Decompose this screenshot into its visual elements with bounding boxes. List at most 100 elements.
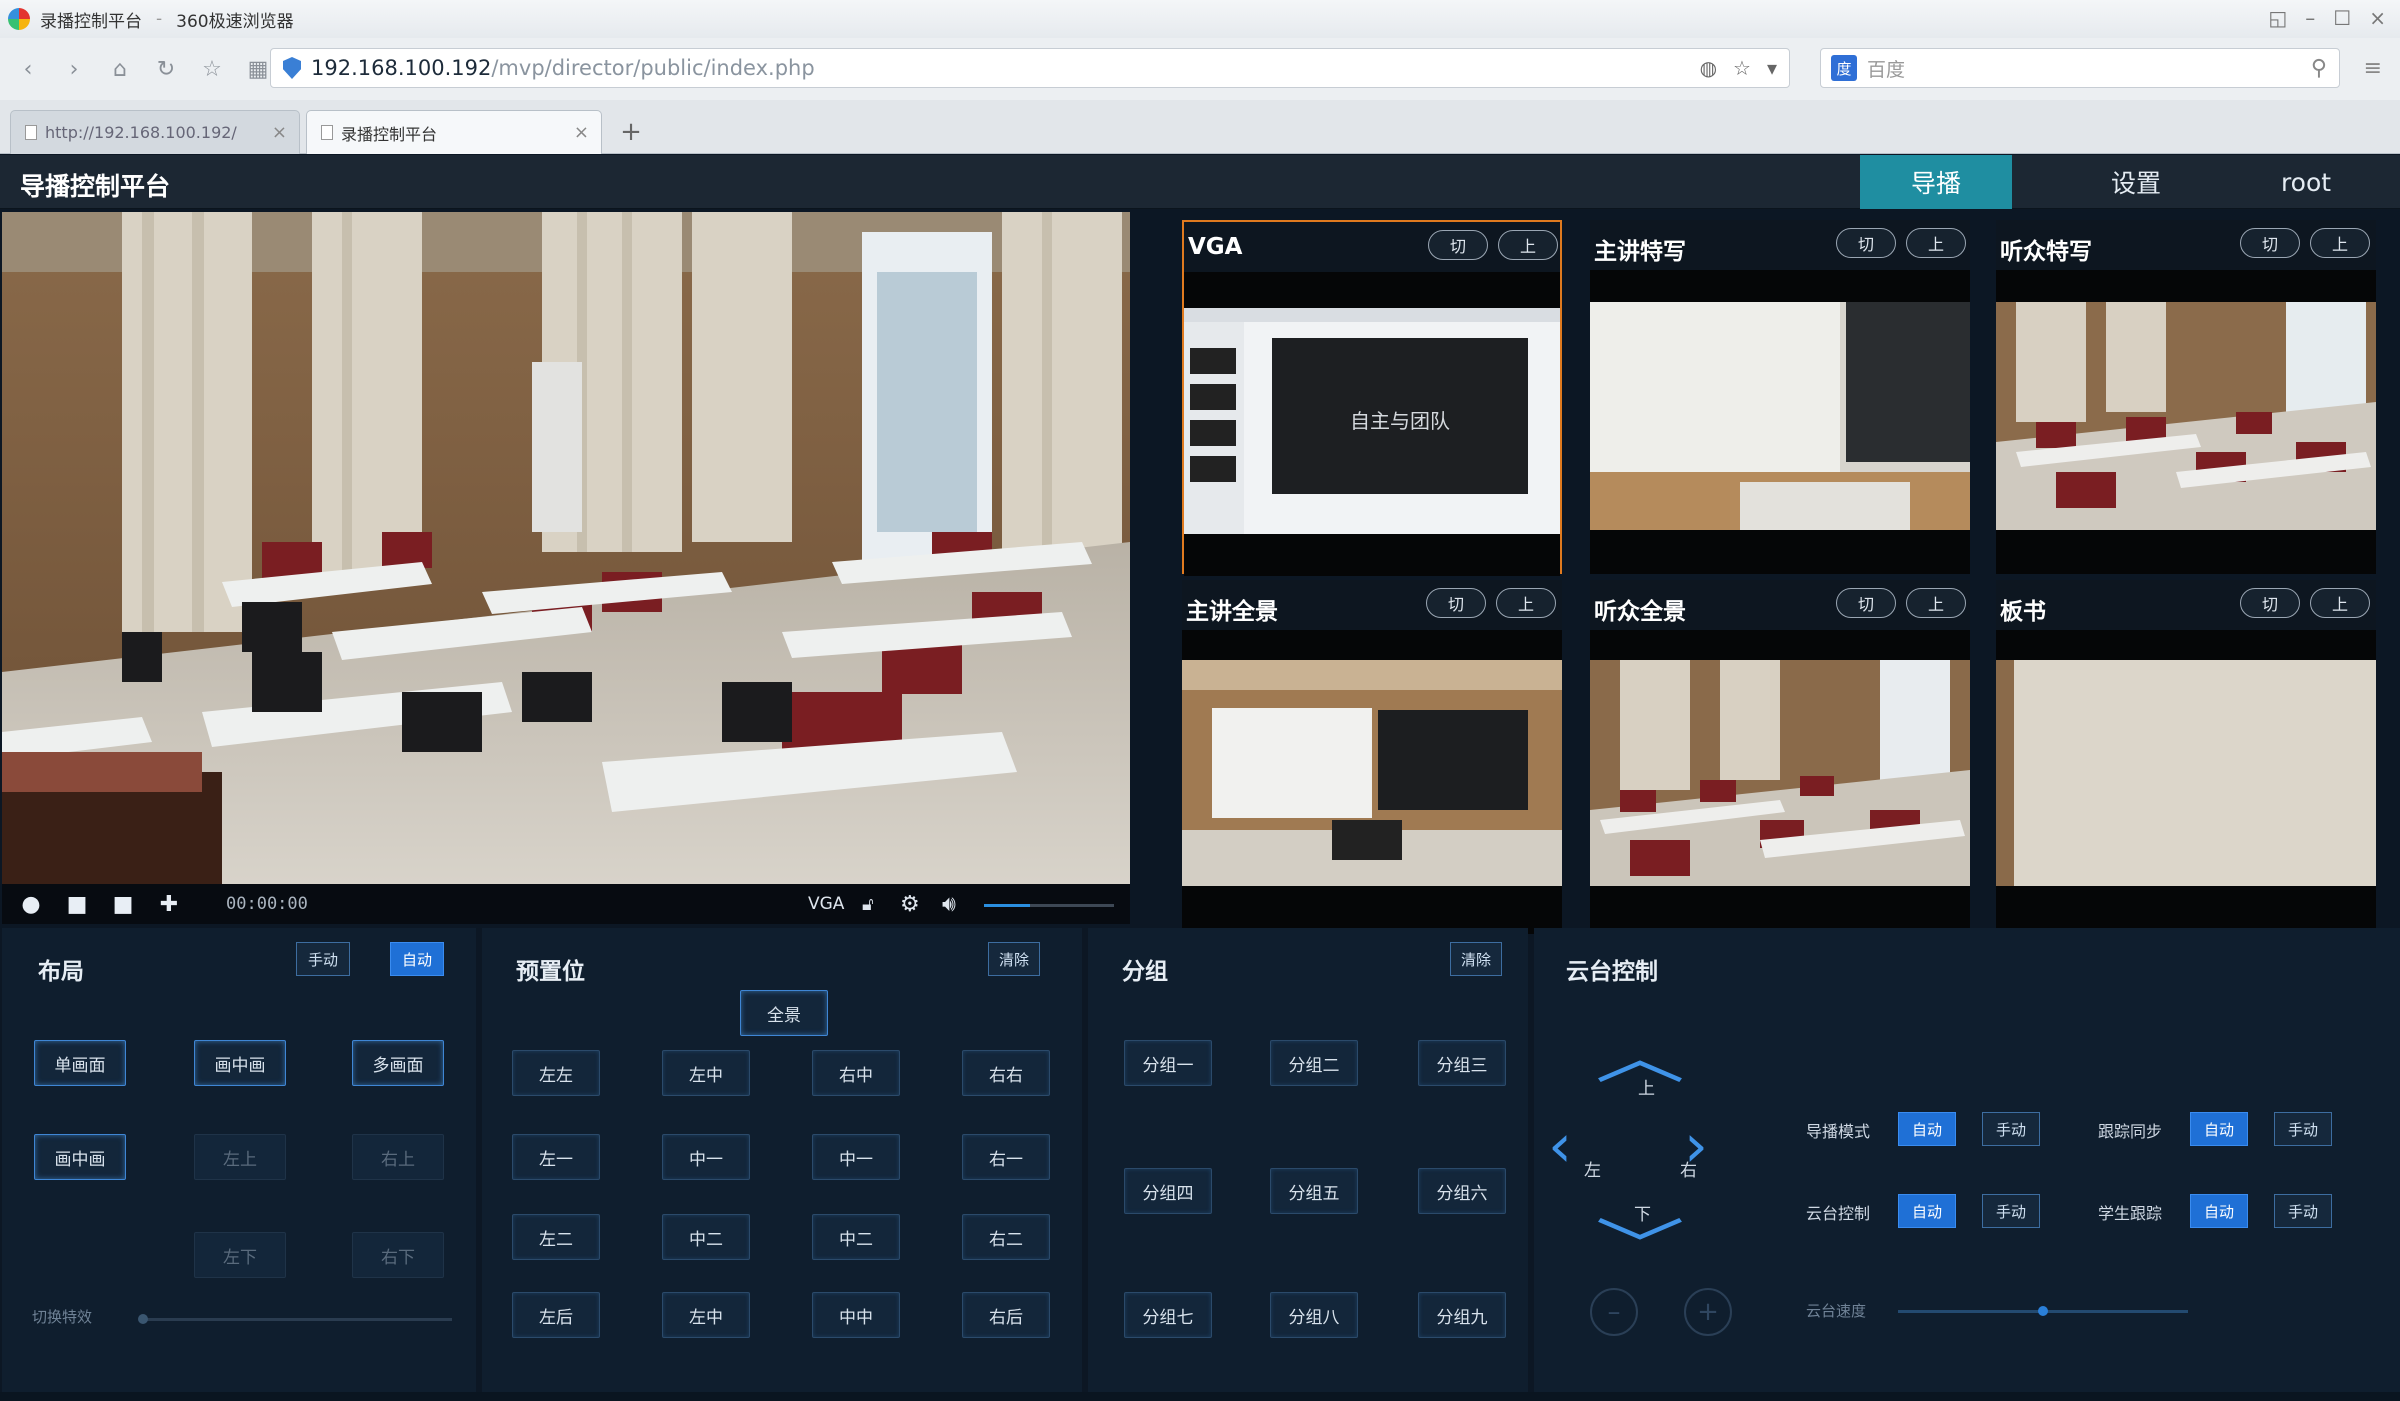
group-clear-button[interactable]: 清除 xyxy=(1450,942,1502,976)
menu-director[interactable]: 导播 xyxy=(1860,155,2012,209)
thumb-blackboard[interactable]: 板书 切 上 xyxy=(1996,580,2376,934)
stop-icon[interactable]: ■ xyxy=(106,887,140,921)
track-sync-auto-button[interactable]: 自动 xyxy=(2190,1112,2248,1146)
cut-button[interactable]: 切 xyxy=(2240,228,2300,258)
layout-manual-button[interactable]: 手动 xyxy=(296,942,350,976)
preset-button[interactable]: 左后 xyxy=(512,1292,600,1338)
favorite-icon[interactable]: ☆ xyxy=(194,51,230,87)
up-button[interactable]: 上 xyxy=(2310,588,2370,618)
thumb-student-closeup[interactable]: 听众特写 切 上 xyxy=(1996,220,2376,574)
new-tab-button[interactable]: + xyxy=(612,114,650,150)
lock-icon[interactable]: 🔓︎ xyxy=(862,894,874,915)
thumb-student-panorama[interactable]: 听众全景 切 上 xyxy=(1590,580,1970,934)
pause-icon[interactable]: ■ xyxy=(60,887,94,921)
address-bar[interactable]: 192.168.100.192 /mvp/director/public/ind… xyxy=(270,48,1790,88)
pos-top-left-button[interactable]: 左上 xyxy=(194,1134,286,1180)
group-button[interactable]: 分组四 xyxy=(1124,1168,1212,1214)
ptz-down-arrow-icon[interactable]: ﹀ xyxy=(1595,1218,1685,1278)
layout-pip-button[interactable]: 画中画 xyxy=(194,1040,286,1086)
preset-clear-button[interactable]: 清除 xyxy=(988,942,1040,976)
browser-tab[interactable]: http://192.168.100.192/ × xyxy=(10,110,300,154)
up-button[interactable]: 上 xyxy=(1906,228,1966,258)
menu-settings[interactable]: 设置 xyxy=(2060,155,2212,209)
tab-close-icon[interactable]: × xyxy=(574,122,589,143)
layout-pip2-button[interactable]: 画中画 xyxy=(34,1134,126,1180)
menu-icon[interactable]: ≡ xyxy=(2364,56,2382,81)
group-button[interactable]: 分组一 xyxy=(1124,1040,1212,1086)
ptz-control-manual-button[interactable]: 手动 xyxy=(1982,1194,2040,1228)
settings-gear-icon[interactable]: ⚙ xyxy=(900,892,920,917)
add-icon[interactable]: ✚ xyxy=(152,887,186,921)
group-button[interactable]: 分组五 xyxy=(1270,1168,1358,1214)
group-button[interactable]: 分组二 xyxy=(1270,1040,1358,1086)
cut-button[interactable]: 切 xyxy=(2240,588,2300,618)
dropdown-icon[interactable]: ▾ xyxy=(1767,56,1777,80)
cut-button[interactable]: 切 xyxy=(1836,588,1896,618)
compat-mode-icon[interactable]: ◍ xyxy=(1700,56,1717,80)
preset-button[interactable]: 中一 xyxy=(662,1134,750,1180)
cut-button[interactable]: 切 xyxy=(1426,588,1486,618)
up-button[interactable]: 上 xyxy=(2310,228,2370,258)
thumb-vga[interactable]: VGA 切 上 自主与团队 xyxy=(1182,220,1562,576)
preset-button[interactable]: 中一 xyxy=(812,1134,900,1180)
maximize-icon[interactable]: ☐ xyxy=(2333,6,2351,30)
pos-top-right-button[interactable]: 右上 xyxy=(352,1134,444,1180)
tab-close-icon[interactable]: × xyxy=(272,122,287,143)
student-track-manual-button[interactable]: 手动 xyxy=(2274,1194,2332,1228)
zoom-in-icon[interactable]: + xyxy=(1684,1288,1732,1336)
transition-slider[interactable] xyxy=(138,1314,452,1324)
menu-user[interactable]: root xyxy=(2230,155,2382,209)
director-mode-manual-button[interactable]: 手动 xyxy=(1982,1112,2040,1146)
pos-bottom-left-button[interactable]: 左下 xyxy=(194,1232,286,1278)
bookmark-star-icon[interactable]: ☆ xyxy=(1733,56,1751,80)
pos-bottom-right-button[interactable]: 右下 xyxy=(352,1232,444,1278)
preset-all-button[interactable]: 全景 xyxy=(740,990,828,1036)
volume-icon[interactable]: 🔊︎ xyxy=(942,892,956,917)
ptz-control-auto-button[interactable]: 自动 xyxy=(1898,1194,1956,1228)
back-icon[interactable]: ‹ xyxy=(10,51,46,87)
preset-button[interactable]: 右中 xyxy=(812,1050,900,1096)
forward-icon[interactable]: › xyxy=(56,51,92,87)
group-button[interactable]: 分组八 xyxy=(1270,1292,1358,1338)
search-engine-icon[interactable]: 度 xyxy=(1831,55,1857,81)
layout-multi-button[interactable]: 多画面 xyxy=(352,1040,444,1086)
preset-button[interactable]: 左左 xyxy=(512,1050,600,1096)
main-video-player[interactable]: ● ■ ■ ✚ 00:00:00 VGA 🔓︎ ⚙ 🔊︎ xyxy=(2,212,1130,924)
preset-button[interactable]: 中中 xyxy=(812,1292,900,1338)
zoom-out-icon[interactable]: – xyxy=(1590,1288,1638,1336)
restore-icon[interactable]: ◱ xyxy=(2268,6,2287,30)
ptz-speed-slider[interactable] xyxy=(1898,1306,2188,1316)
group-button[interactable]: 分组六 xyxy=(1418,1168,1506,1214)
preset-button[interactable]: 左中 xyxy=(662,1050,750,1096)
browser-tab-active[interactable]: 录播控制平台 × xyxy=(306,110,602,154)
group-button[interactable]: 分组七 xyxy=(1124,1292,1212,1338)
up-button[interactable]: 上 xyxy=(1496,588,1556,618)
layout-auto-button[interactable]: 自动 xyxy=(390,942,444,976)
group-button[interactable]: 分组三 xyxy=(1418,1040,1506,1086)
group-button[interactable]: 分组九 xyxy=(1418,1292,1506,1338)
volume-slider[interactable] xyxy=(984,904,1114,907)
thumb-teacher-panorama[interactable]: 主讲全景 切 上 xyxy=(1182,580,1562,934)
minimize-icon[interactable]: – xyxy=(2305,6,2315,30)
up-button[interactable]: 上 xyxy=(1498,230,1558,260)
refresh-icon[interactable]: ↻ xyxy=(148,51,184,87)
close-icon[interactable]: × xyxy=(2369,6,2386,30)
layout-single-button[interactable]: 单画面 xyxy=(34,1040,126,1086)
ptz-left-arrow-icon[interactable]: ‹ xyxy=(1548,1116,1572,1176)
preset-button[interactable]: 右二 xyxy=(962,1214,1050,1260)
preset-button[interactable]: 右右 xyxy=(962,1050,1050,1096)
preset-button[interactable]: 右后 xyxy=(962,1292,1050,1338)
thumb-teacher-closeup[interactable]: 主讲特写 切 上 xyxy=(1590,220,1970,574)
preset-button[interactable]: 中二 xyxy=(662,1214,750,1260)
slider-knob[interactable] xyxy=(138,1314,148,1324)
up-button[interactable]: 上 xyxy=(1906,588,1966,618)
slider-knob[interactable] xyxy=(2038,1306,2048,1316)
director-mode-auto-button[interactable]: 自动 xyxy=(1898,1112,1956,1146)
home-icon[interactable]: ⌂ xyxy=(102,51,138,87)
search-icon[interactable]: ⚲ xyxy=(2311,56,2327,81)
track-sync-manual-button[interactable]: 手动 xyxy=(2274,1112,2332,1146)
preset-button[interactable]: 左一 xyxy=(512,1134,600,1180)
preset-button[interactable]: 中二 xyxy=(812,1214,900,1260)
student-track-auto-button[interactable]: 自动 xyxy=(2190,1194,2248,1228)
search-box[interactable]: 度 百度 ⚲ xyxy=(1820,48,2340,88)
